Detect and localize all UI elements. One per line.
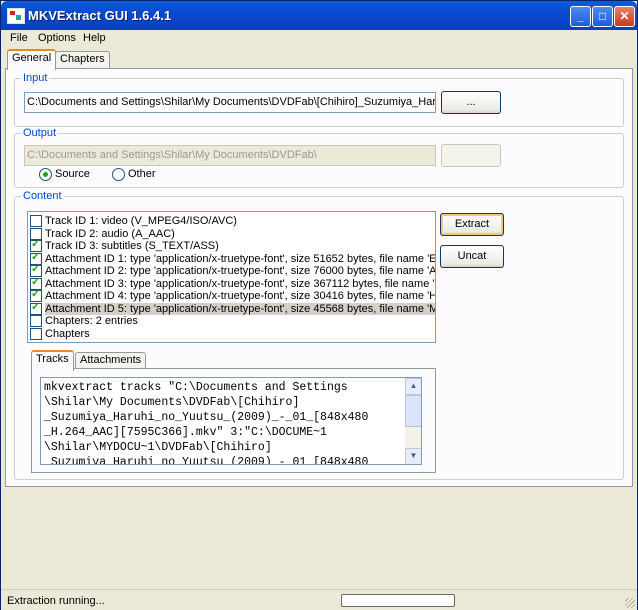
list-item-checkbox[interactable] bbox=[30, 215, 42, 227]
command-line: _H.264_AAC][7595C366].mkv" 3:"C:\DOCUME~… bbox=[44, 426, 327, 439]
command-line: _Suzumiya_Haruhi_no_Yuutsu_(2009)_-_01_[… bbox=[44, 411, 369, 424]
menu-bar: File Options Help bbox=[1, 30, 637, 48]
radio-source[interactable] bbox=[39, 168, 52, 181]
close-button[interactable]: ✕ bbox=[614, 6, 635, 27]
main-tabs: General Chapters bbox=[1, 49, 637, 70]
progress-bar bbox=[341, 594, 455, 607]
tracks-panel: mkvextract tracks "C:\Documents and Sett… bbox=[31, 368, 436, 473]
radio-other-label: Other bbox=[128, 168, 156, 180]
output-group-label: Output bbox=[21, 127, 59, 139]
scroll-up-icon[interactable]: ▲ bbox=[405, 378, 421, 395]
list-item-checkbox[interactable] bbox=[30, 327, 42, 340]
list-item[interactable]: Attachment ID 2: type 'application/x-tru… bbox=[30, 263, 435, 277]
command-scrollbar[interactable]: ▲ ▼ bbox=[405, 378, 421, 464]
title-bar[interactable]: MKVExtract GUI 1.6.4.1 _ □ ✕ bbox=[1, 1, 637, 30]
list-item[interactable]: Chapters bbox=[30, 327, 435, 340]
list-item[interactable]: Attachment ID 4: type 'application/x-tru… bbox=[30, 288, 435, 302]
output-path-field[interactable]: C:\Documents and Settings\Shilar\My Docu… bbox=[24, 145, 436, 166]
window-title: MKVExtract GUI 1.6.4.1 bbox=[28, 8, 172, 23]
list-item[interactable]: Chapters: 2 entries bbox=[30, 315, 435, 327]
input-path-field[interactable]: C:\Documents and Settings\Shilar\My Docu… bbox=[24, 92, 436, 113]
status-text: Extraction running... bbox=[7, 595, 105, 607]
tab-general[interactable]: General bbox=[7, 49, 57, 70]
command-line: _Suzumiya_Haruhi_no_Yuutsu_(2009)_-_01_[… bbox=[44, 456, 369, 465]
main-window: MKVExtract GUI 1.6.4.1 _ □ ✕ File Option… bbox=[0, 0, 638, 610]
tab-chapters[interactable]: Chapters bbox=[55, 51, 110, 68]
resize-grip-icon[interactable] bbox=[625, 598, 635, 608]
extract-button[interactable]: Extract bbox=[440, 213, 504, 236]
command-textbox[interactable]: mkvextract tracks "C:\Documents and Sett… bbox=[40, 377, 422, 465]
input-group-label: Input bbox=[21, 72, 50, 84]
input-group: Input C:\Documents and Settings\Shilar\M… bbox=[14, 72, 624, 127]
app-icon bbox=[7, 8, 25, 24]
scroll-thumb[interactable] bbox=[405, 395, 421, 427]
menu-file[interactable]: File bbox=[10, 32, 28, 44]
list-item[interactable]: Attachment ID 1: type 'application/x-tru… bbox=[30, 251, 435, 265]
command-line: \Shilar\MYDOCU~1\DVDFab\[Chihiro] bbox=[44, 441, 272, 454]
radio-source-label: Source bbox=[55, 168, 90, 180]
command-line: mkvextract tracks "C:\Documents and Sett… bbox=[44, 381, 348, 394]
menu-help[interactable]: Help bbox=[83, 32, 106, 44]
list-item[interactable]: Track ID 1: video (V_MPEG4/ISO/AVC) bbox=[30, 215, 435, 227]
list-item[interactable]: Attachment ID 3: type 'application/x-tru… bbox=[30, 276, 435, 290]
maximize-button[interactable]: □ bbox=[592, 6, 613, 27]
radio-other[interactable] bbox=[112, 168, 125, 181]
list-item[interactable]: Track ID 2: audio (A_AAC) bbox=[30, 227, 435, 240]
tab-tracks[interactable]: Tracks bbox=[31, 350, 74, 371]
list-item-checkbox[interactable] bbox=[30, 301, 42, 315]
minimize-button[interactable]: _ bbox=[570, 6, 591, 27]
content-group-label: Content bbox=[21, 190, 64, 202]
list-item[interactable]: Track ID 3: subtitles (S_TEXT/ASS) bbox=[30, 238, 435, 252]
output-group: Output C:\Documents and Settings\Shilar\… bbox=[14, 127, 624, 188]
uncat-button[interactable]: Uncat bbox=[440, 245, 504, 268]
menu-options[interactable]: Options bbox=[38, 32, 76, 44]
output-browse-button[interactable] bbox=[441, 144, 501, 167]
input-browse-button[interactable]: ... bbox=[441, 91, 501, 114]
scroll-down-icon[interactable]: ▼ bbox=[405, 448, 421, 464]
tab-attachments[interactable]: Attachments bbox=[75, 352, 147, 369]
list-item-checkbox[interactable] bbox=[30, 315, 42, 327]
status-bar: Extraction running... bbox=[1, 589, 637, 610]
list-item[interactable]: Attachment ID 5: type 'application/x-tru… bbox=[30, 301, 435, 315]
content-list[interactable]: Track ID 1: video (V_MPEG4/ISO/AVC) Trac… bbox=[27, 211, 436, 343]
command-line: \Shilar\My Documents\DVDFab\[Chihiro] bbox=[44, 396, 300, 409]
